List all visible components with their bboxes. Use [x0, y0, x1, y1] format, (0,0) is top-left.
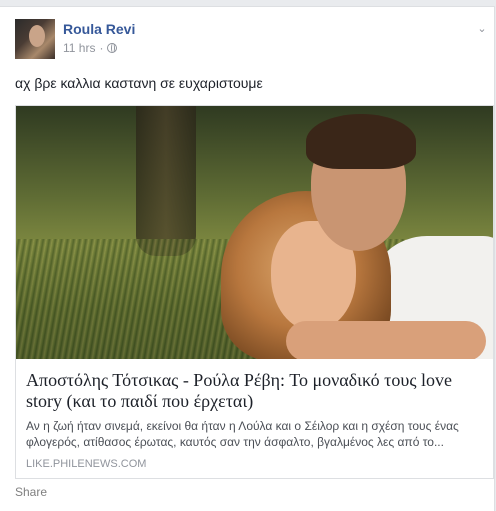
share-button[interactable]: Share [15, 485, 47, 499]
post-timestamp[interactable]: 11 hrs [63, 41, 95, 55]
author-name[interactable]: Roula Revi [63, 21, 135, 37]
post-card: Roula Revi 11 hrs · ⌄ αχ βρε καλλια καστ… [0, 6, 495, 511]
globe-icon[interactable] [107, 43, 118, 53]
link-description: Αν η ζωή ήταν σινεμά, εκείνοι θα ήταν η … [26, 419, 459, 449]
link-title[interactable]: Αποστόλης Τότσικας - Ρούλα Ρέβη: Το μονα… [26, 370, 486, 412]
photo-arm [286, 321, 486, 359]
link-domain: LIKE.PHILENEWS.COM [26, 458, 147, 470]
chevron-down-icon[interactable]: ⌄ [476, 23, 488, 35]
post-meta: 11 hrs · [63, 41, 118, 55]
photo-tree [136, 106, 196, 256]
post-text: αχ βρε καλλια καστανη σε ευχαριστουμε [15, 75, 263, 91]
avatar[interactable] [15, 19, 55, 59]
meta-separator: · [99, 41, 104, 55]
photo-man-hair [306, 114, 416, 169]
link-image[interactable] [16, 106, 493, 359]
avatar-face [29, 25, 45, 47]
link-preview[interactable]: Αποστόλης Τότσικας - Ρούλα Ρέβη: Το μονα… [15, 105, 494, 479]
